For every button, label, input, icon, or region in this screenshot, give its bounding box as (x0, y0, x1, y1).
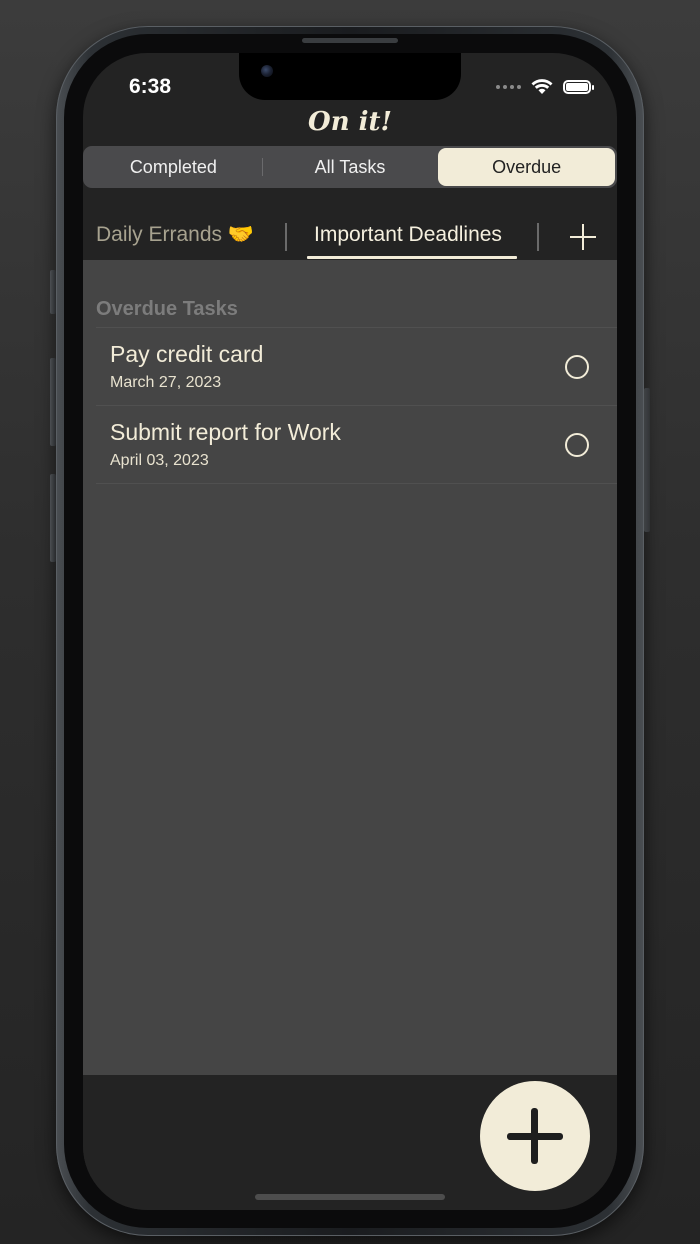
task-date: March 27, 2023 (110, 374, 222, 391)
task-title: Submit report for Work (110, 419, 341, 445)
project-tab-daily-errands[interactable]: Daily Errands 🤝 (96, 223, 254, 247)
task-title: Pay credit card (110, 341, 264, 367)
plus-icon[interactable] (569, 223, 597, 251)
power-button (644, 388, 650, 532)
task-row[interactable]: Pay credit card March 27, 2023 (96, 328, 617, 406)
task-list: Pay credit card March 27, 2023 Submit re… (96, 327, 617, 484)
segment-completed[interactable]: Completed (85, 148, 262, 186)
notch (239, 53, 461, 100)
front-camera (261, 65, 273, 77)
wifi-icon (531, 79, 553, 94)
segment-all-tasks[interactable]: All Tasks (261, 148, 439, 186)
signal-dots-icon (496, 85, 521, 89)
tab-divider (537, 223, 539, 251)
project-tab-important-deadlines[interactable]: Important Deadlines (314, 223, 502, 247)
circle-checkbox-icon[interactable] (565, 433, 589, 457)
project-tabs: Daily Errands 🤝 Important Deadlines (83, 213, 617, 261)
task-date: April 03, 2023 (110, 452, 209, 469)
battery-icon (563, 80, 594, 94)
status-time: 6:38 (129, 75, 172, 98)
phone-speaker (302, 38, 398, 43)
section-header: Overdue Tasks (96, 298, 238, 320)
task-row[interactable]: Submit report for Work April 03, 2023 (96, 406, 617, 484)
phone-screen: 6:38 On it! Completed All Tasks Overdue … (83, 53, 617, 1210)
home-indicator[interactable] (255, 1194, 445, 1200)
app-title: On it! (308, 107, 392, 137)
segment-overdue[interactable]: Overdue (438, 148, 616, 186)
add-task-button[interactable] (480, 1081, 590, 1191)
task-content: Overdue Tasks Pay credit card March 27, … (83, 260, 617, 1075)
filter-segmented-control: Completed All Tasks Overdue (83, 146, 617, 188)
active-tab-indicator (307, 256, 517, 259)
tab-divider (285, 223, 287, 251)
circle-checkbox-icon[interactable] (565, 355, 589, 379)
status-icons (496, 79, 594, 95)
